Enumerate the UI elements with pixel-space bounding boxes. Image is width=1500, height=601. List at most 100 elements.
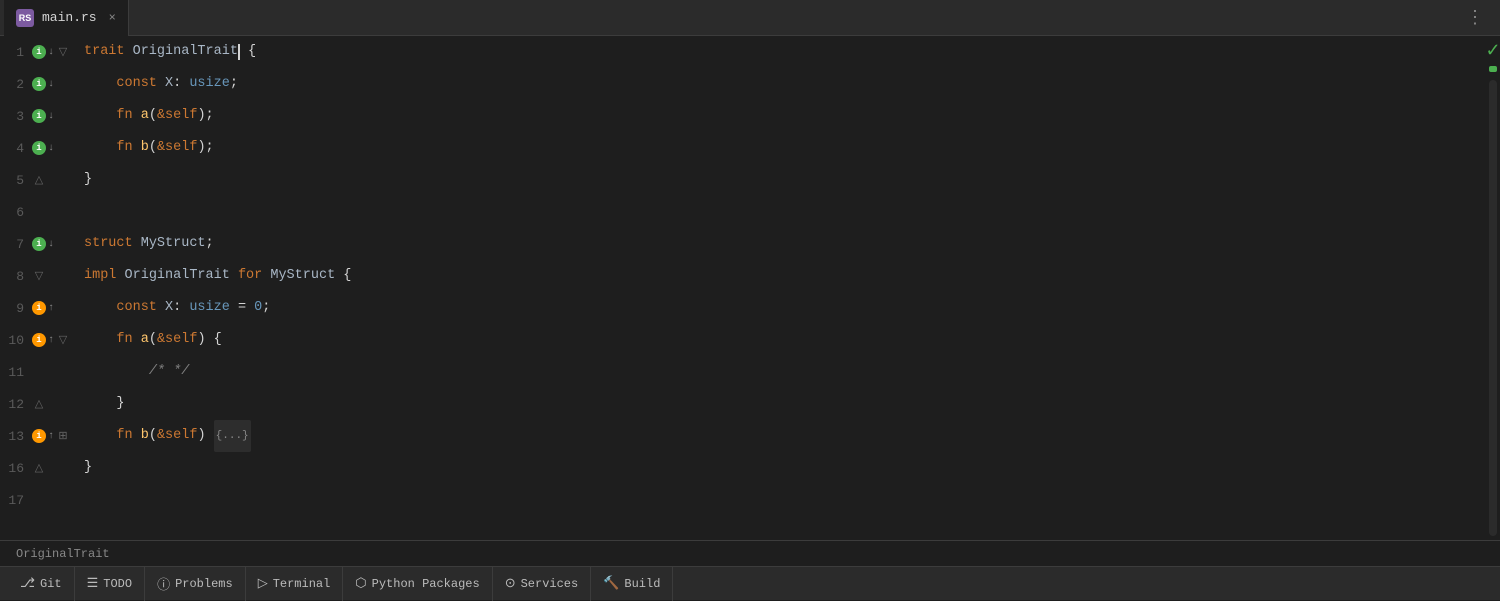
token-comment: /* */ xyxy=(149,356,190,388)
token-plain xyxy=(84,356,149,388)
code-line: fn a(&self) { xyxy=(80,324,1486,356)
fold-icon[interactable]: △ xyxy=(32,461,46,475)
token-fn-name: b xyxy=(141,420,149,452)
token-type-ref: usize xyxy=(189,292,230,324)
editor-area: 1i↓▽2i↓3i↓4i↓5△67i↓8▽9i↑10i↑▽1112△13i↑⊞1… xyxy=(0,36,1500,540)
gutter-row: 17 xyxy=(0,484,80,516)
line-number: 6 xyxy=(0,205,30,220)
code-line: /* */ xyxy=(80,356,1486,388)
token-type-name: X xyxy=(165,292,173,324)
line-indicator-icon[interactable]: i xyxy=(32,333,46,347)
fold-icon[interactable]: ▽ xyxy=(32,269,46,283)
indicator-arrow: ↓ xyxy=(48,79,54,90)
code-line: const X: usize; xyxy=(80,68,1486,100)
status-item-todo[interactable]: ☰TODO xyxy=(75,567,145,601)
gutter-icons: △ xyxy=(30,173,80,187)
code-line: struct MyStruct; xyxy=(80,228,1486,260)
token-punct: = xyxy=(230,292,254,324)
gutter-row: 11 xyxy=(0,356,80,388)
gutter-icons: ▽ xyxy=(30,269,80,283)
gutter-icons: i↓ xyxy=(30,109,80,123)
gutter-row: 6 xyxy=(0,196,80,228)
tab-bar: RS main.rs × ⋮ xyxy=(0,0,1500,36)
token-kw: struct xyxy=(84,228,141,260)
fold-plus-icon[interactable]: ⊞ xyxy=(56,429,70,443)
gutter-icons: i↓▽ xyxy=(30,45,80,59)
token-type-name: X xyxy=(165,68,173,100)
terminal-label: Terminal xyxy=(273,577,331,591)
line-indicator-icon[interactable]: i xyxy=(32,45,46,59)
build-label: Build xyxy=(624,577,660,591)
line-indicator-icon[interactable]: i xyxy=(32,301,46,315)
gutter-row: 3i↓ xyxy=(0,100,80,132)
gutter-row: 7i↓ xyxy=(0,228,80,260)
token-plain xyxy=(84,100,116,132)
line-number: 8 xyxy=(0,269,30,284)
tab-main-rs[interactable]: RS main.rs × xyxy=(4,0,129,36)
token-type-ref: usize xyxy=(189,68,230,100)
code-lines: trait OriginalTrait { const X: usize; fn… xyxy=(80,36,1486,540)
token-kw: fn xyxy=(116,324,140,356)
status-item-services[interactable]: ⊙Services xyxy=(493,567,592,601)
line-indicator-icon[interactable]: i xyxy=(32,237,46,251)
gutter-icons: i↓ xyxy=(30,141,80,155)
code-editor[interactable]: 1i↓▽2i↓3i↓4i↓5△67i↓8▽9i↑10i↑▽1112△13i↑⊞1… xyxy=(0,36,1486,540)
code-line xyxy=(80,484,1486,516)
tab-filename: main.rs xyxy=(42,10,97,25)
scrollbar-track[interactable] xyxy=(1489,80,1497,536)
code-line: trait OriginalTrait { xyxy=(80,36,1486,68)
token-plain xyxy=(84,68,116,100)
fold-icon[interactable]: △ xyxy=(32,173,46,187)
line-number: 16 xyxy=(0,461,30,476)
line-number: 9 xyxy=(0,301,30,316)
problems-icon: ⓘ xyxy=(157,574,170,593)
fold-icon[interactable]: △ xyxy=(32,397,46,411)
gutter-row: 10i↑▽ xyxy=(0,324,80,356)
fold-icon[interactable]: ▽ xyxy=(56,333,70,347)
token-self-kw: self xyxy=(165,324,197,356)
fold-icon[interactable]: ▽ xyxy=(56,45,70,59)
gutter-row: 1i↓▽ xyxy=(0,36,80,68)
token-kw: const xyxy=(116,68,165,100)
token-kw: fn xyxy=(116,420,140,452)
token-number: 0 xyxy=(254,292,262,324)
status-item-terminal[interactable]: ▷Terminal xyxy=(246,567,344,601)
line-indicator-icon[interactable]: i xyxy=(32,109,46,123)
token-punct: ; xyxy=(230,68,238,100)
gutter-icons: i↓ xyxy=(30,237,80,251)
token-punct: : xyxy=(173,68,189,100)
token-self-kw: self xyxy=(165,420,197,452)
token-trait-name: OriginalTrait xyxy=(125,260,230,292)
token-trait-name: OriginalTrait xyxy=(133,36,238,68)
status-item-python-packages[interactable]: ⬡Python Packages xyxy=(343,567,492,601)
token-punct: } xyxy=(84,452,92,484)
token-punct: ) { xyxy=(197,324,221,356)
indicator-arrow: ↑ xyxy=(48,335,54,346)
python-packages-label: Python Packages xyxy=(372,577,480,591)
token-kw: fn xyxy=(116,100,140,132)
status-item-problems[interactable]: ⓘProblems xyxy=(145,567,246,601)
status-item-build[interactable]: 🔨 Build xyxy=(591,567,673,601)
line-indicator-icon[interactable]: i xyxy=(32,429,46,443)
tab-more-button[interactable]: ⋮ xyxy=(1454,7,1496,29)
indicator-arrow: ↑ xyxy=(48,431,54,442)
token-struct-name: MyStruct xyxy=(270,260,335,292)
token-kw: const xyxy=(116,292,165,324)
token-punct: ); xyxy=(197,132,213,164)
todo-label: TODO xyxy=(103,577,132,591)
tab-close-button[interactable]: × xyxy=(109,11,116,25)
build-icon: 🔨 xyxy=(603,576,619,591)
token-fn-name: b xyxy=(141,132,149,164)
token-fold-marker: {...} xyxy=(214,420,251,452)
breadcrumb-bar: OriginalTrait xyxy=(0,540,1500,566)
token-punct: : xyxy=(173,292,189,324)
status-item-git[interactable]: ⎇Git xyxy=(8,567,75,601)
code-line xyxy=(80,196,1486,228)
line-indicator-icon[interactable]: i xyxy=(32,141,46,155)
line-indicator-icon[interactable]: i xyxy=(32,77,46,91)
token-fn-name: a xyxy=(141,100,149,132)
line-number: 13 xyxy=(0,429,30,444)
code-content: 1i↓▽2i↓3i↓4i↓5△67i↓8▽9i↑10i↑▽1112△13i↑⊞1… xyxy=(0,36,1486,540)
gutter-icons: △ xyxy=(30,397,80,411)
gutter-row: 2i↓ xyxy=(0,68,80,100)
